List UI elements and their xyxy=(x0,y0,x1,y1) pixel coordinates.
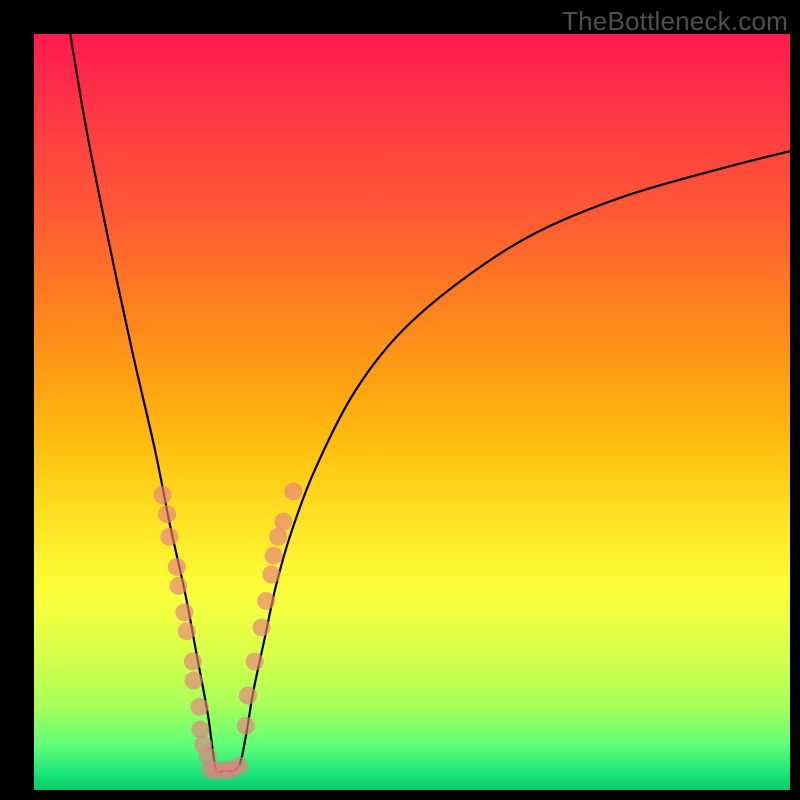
chart-frame: TheBottleneck.com xyxy=(0,0,800,800)
scatter-dot xyxy=(158,505,176,523)
scatter-dot xyxy=(231,757,249,775)
scatter-dot xyxy=(237,717,255,735)
scatter-dot xyxy=(257,592,275,610)
scatter-dot xyxy=(175,603,193,621)
bottleneck-curve xyxy=(70,34,790,773)
scatter-dot xyxy=(160,528,178,546)
watermark-text: TheBottleneck.com xyxy=(562,6,788,37)
scatter-dots-group xyxy=(154,482,303,779)
scatter-dot xyxy=(274,513,292,531)
scatter-dot xyxy=(185,671,203,689)
scatter-dot xyxy=(265,547,283,565)
scatter-dot xyxy=(253,618,271,636)
scatter-dot xyxy=(169,577,187,595)
scatter-dot xyxy=(168,558,186,576)
scatter-dot xyxy=(284,482,302,500)
scatter-dot xyxy=(184,652,202,670)
chart-svg xyxy=(34,34,790,790)
scatter-dot xyxy=(191,721,209,739)
scatter-dot xyxy=(191,698,209,716)
scatter-dot xyxy=(178,622,196,640)
scatter-dot xyxy=(262,566,280,584)
scatter-dot xyxy=(239,687,257,705)
plot-area xyxy=(34,34,790,790)
scatter-dot xyxy=(246,652,264,670)
scatter-dot xyxy=(154,486,172,504)
